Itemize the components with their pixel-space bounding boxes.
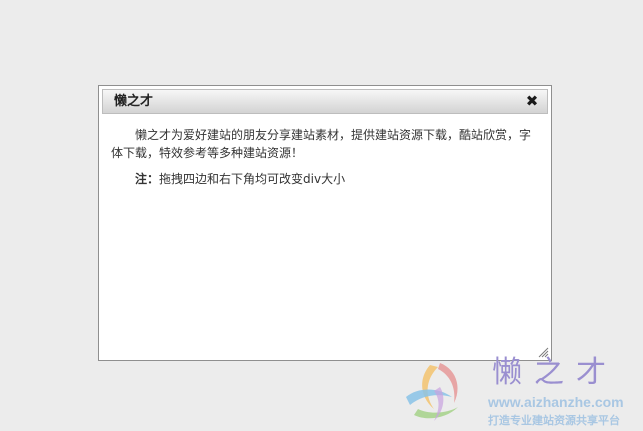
watermark: 懒之才 www.aizhanzhe.com 打造专业建站资源共享平台 (400, 353, 643, 431)
resizable-dialog[interactable]: 懒之才 ✖ 懒之才为爱好建站的朋友分享建站素材，提供建站资源下载，酷站欣赏，字体… (98, 85, 552, 361)
watermark-url: www.aizhanzhe.com (488, 394, 624, 410)
dialog-body-text: 懒之才为爱好建站的朋友分享建站素材，提供建站资源下载，酷站欣赏，字体下载，特效参… (111, 128, 532, 160)
dialog-content: 懒之才为爱好建站的朋友分享建站素材，提供建站资源下载，酷站欣赏，字体下载，特效参… (111, 126, 539, 188)
watermark-slogan: 打造专业建站资源共享平台 (488, 414, 620, 427)
watermark-brand: 懒之才 (492, 355, 618, 390)
dialog-titlebar[interactable]: 懒之才 ✖ (102, 89, 548, 114)
dialog-title: 懒之才 (114, 94, 154, 109)
dialog-note: 注：拖拽四边和右下角均可改变div大小 (111, 170, 539, 188)
note-label: 注： (135, 172, 160, 186)
close-icon[interactable]: ✖ (524, 92, 540, 110)
note-text: 拖拽四边和右下角均可改变div大小 (159, 172, 346, 186)
swirl-logo-icon (406, 363, 458, 421)
